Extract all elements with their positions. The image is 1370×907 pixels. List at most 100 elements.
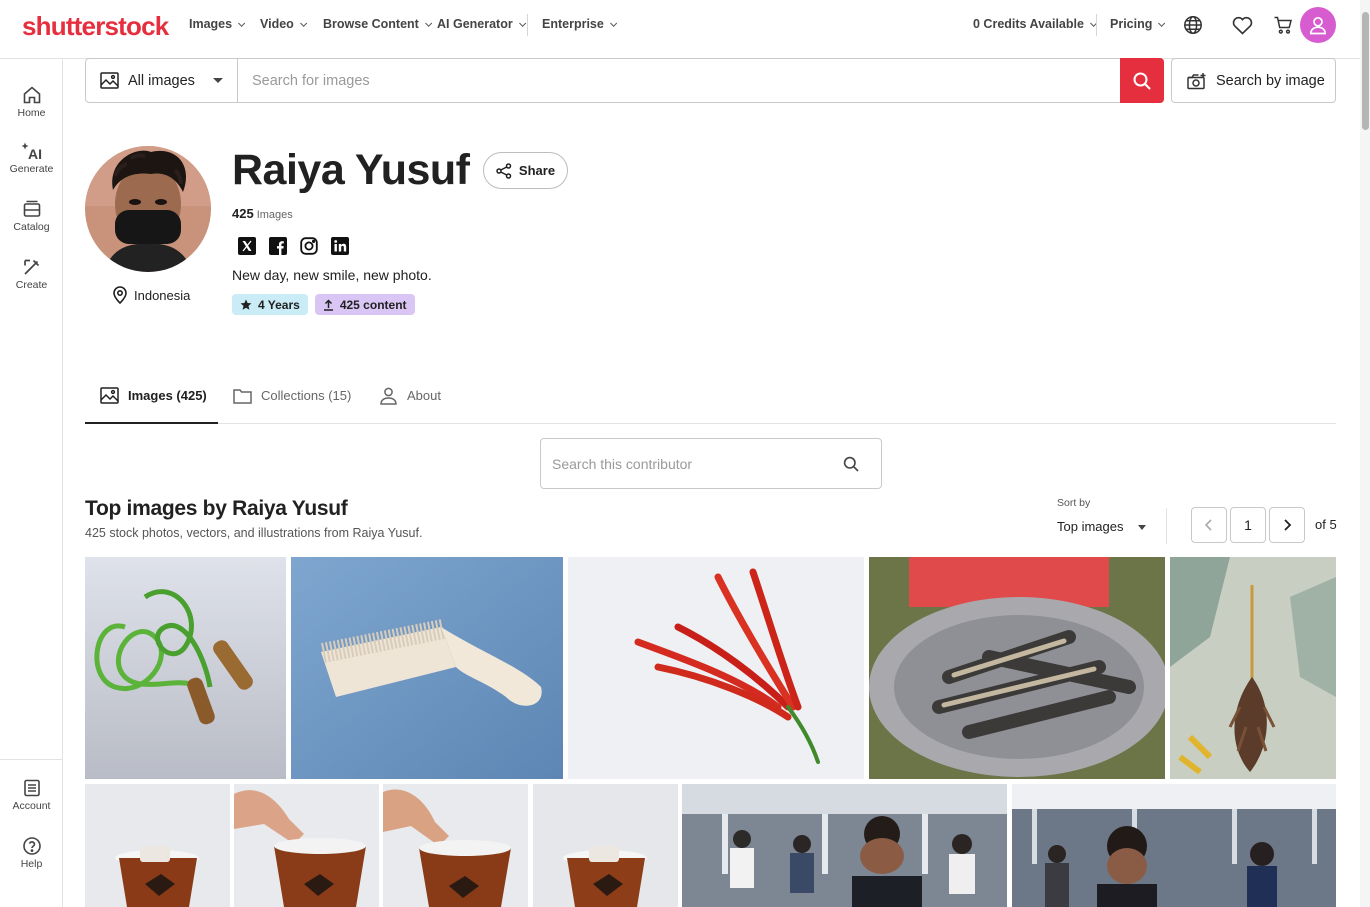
rail-help[interactable]: Help [0, 836, 63, 870]
search-by-image-label: Search by image [1216, 72, 1325, 89]
search-input[interactable] [239, 59, 1121, 102]
content-badge-label: 425 content [339, 297, 407, 312]
years-badge: 4 Years [232, 294, 308, 315]
top-navigation: shutterstock Images Video Browse Content… [0, 0, 1360, 50]
rail-bottom-section: Account Help [0, 759, 63, 907]
next-page-button[interactable] [1269, 507, 1305, 543]
account-icon [23, 779, 40, 797]
home-icon [23, 86, 40, 104]
share-icon [496, 162, 512, 179]
chevron-down-icon [1158, 19, 1166, 27]
contributor-bio: New day, new smile, new photo. [232, 267, 432, 283]
rail-label: Help [20, 858, 43, 870]
image-icon [100, 72, 119, 89]
share-button[interactable]: Share [483, 152, 568, 189]
shutterstock-logo[interactable]: shutterstock [22, 11, 169, 42]
nav-browse-content[interactable]: Browse Content [323, 17, 433, 31]
section-title: Top images by Raiya Yusuf [85, 497, 348, 520]
chevron-down-icon [238, 19, 246, 27]
search-icon[interactable] [843, 456, 859, 472]
chevron-down-icon [424, 19, 433, 27]
chevron-left-icon [1204, 519, 1212, 531]
cart-icon[interactable] [1271, 13, 1295, 37]
contributor-badges: 4 Years 425 content [232, 294, 415, 315]
page-total: of 5 [1315, 517, 1337, 532]
rail-generate[interactable]: AI Generate [0, 141, 63, 175]
contributor-location: Indonesia [112, 286, 190, 304]
tab-collections[interactable]: Collections (15) [233, 368, 351, 423]
nav-ai-generator[interactable]: AI Generator [437, 17, 526, 31]
tab-about[interactable]: About [379, 368, 441, 423]
image-thumb-feather-duster[interactable] [1170, 557, 1336, 779]
chevron-down-icon [518, 19, 526, 27]
caret-down-icon [1138, 525, 1146, 530]
contributor-search [540, 438, 882, 489]
social-links [238, 237, 349, 255]
globe-icon[interactable] [1181, 13, 1205, 37]
chevron-down-icon [299, 19, 307, 27]
page-scrollbar[interactable] [1360, 0, 1370, 907]
star-icon [240, 299, 252, 310]
nav-video[interactable]: Video [260, 17, 307, 31]
image-thumb-comb[interactable] [291, 557, 563, 779]
image-thumb-iced-tea-hand[interactable] [383, 784, 528, 907]
image-count-value: 425 [232, 206, 254, 221]
contributor-avatar [85, 146, 211, 272]
caret-down-icon [213, 78, 223, 83]
rail-home[interactable]: Home [0, 85, 63, 119]
search-button[interactable] [1120, 58, 1164, 103]
search-by-image-button[interactable]: Search by image [1171, 58, 1336, 103]
search-bar: All images [85, 58, 1164, 103]
credits-dropdown[interactable]: 0 Credits Available [973, 17, 1098, 31]
nav-divider [1096, 14, 1097, 36]
sort-label: Sort by [1057, 497, 1091, 509]
heart-icon[interactable] [1230, 13, 1254, 37]
user-icon [1309, 16, 1327, 35]
location-pin-icon [113, 286, 127, 304]
prev-page-button[interactable] [1191, 507, 1227, 543]
scrollbar-thumb[interactable] [1362, 12, 1369, 130]
rail-create[interactable]: Create [0, 257, 63, 291]
facebook-icon[interactable] [269, 237, 287, 255]
linkedin-icon[interactable] [331, 237, 349, 255]
image-thumb-iced-tea[interactable] [85, 784, 230, 907]
tab-label: Collections (15) [261, 388, 352, 403]
pricing-dropdown[interactable]: Pricing [1110, 17, 1166, 31]
image-thumb-iced-tea[interactable] [533, 784, 678, 907]
ai-sparkle-icon: AI [21, 142, 42, 161]
profile-tabs: Images (425) Collections (15) About [85, 368, 1336, 424]
rail-account[interactable]: Account [0, 778, 63, 812]
image-thumb-red-chilies[interactable] [568, 557, 864, 779]
image-thumb-iced-tea-hand[interactable] [234, 784, 379, 907]
nav-images[interactable]: Images [189, 17, 246, 31]
nav-enterprise[interactable]: Enterprise [542, 17, 618, 31]
rail-label: Catalog [13, 221, 50, 233]
sort-divider [1166, 508, 1167, 544]
years-badge-label: 4 Years [258, 297, 300, 312]
search-icon [1133, 72, 1151, 90]
image-thumb-crowd[interactable] [682, 784, 1007, 907]
tab-label: About [407, 388, 441, 403]
left-rail: Home AI Generate Catalog Create Account … [0, 58, 63, 907]
user-avatar-button[interactable] [1300, 7, 1336, 43]
page-number-input[interactable]: 1 [1230, 507, 1266, 543]
section-subtitle: 425 stock photos, vectors, and illustrat… [85, 526, 423, 540]
person-icon [380, 387, 397, 405]
x-icon[interactable] [238, 237, 256, 255]
image-count-label: Images [256, 209, 293, 221]
instagram-icon[interactable] [300, 237, 318, 255]
image-type-select[interactable]: All images [86, 59, 238, 102]
help-icon [22, 837, 41, 855]
tab-images[interactable]: Images (425) [85, 368, 218, 424]
sort-select[interactable]: Top images [1057, 519, 1152, 534]
rail-label: Home [17, 107, 46, 119]
catalog-icon [23, 200, 40, 217]
image-thumb-jump-rope[interactable] [85, 557, 286, 779]
image-thumb-crowd[interactable] [1012, 784, 1336, 907]
rail-catalog[interactable]: Catalog [0, 199, 63, 233]
folder-icon [233, 388, 252, 404]
contributor-search-input[interactable] [541, 439, 831, 488]
contributor-name: Raiya Yusuf [232, 146, 470, 194]
image-thumb-grilled-fish[interactable] [869, 557, 1165, 779]
image-count: 425 Images [232, 206, 293, 221]
